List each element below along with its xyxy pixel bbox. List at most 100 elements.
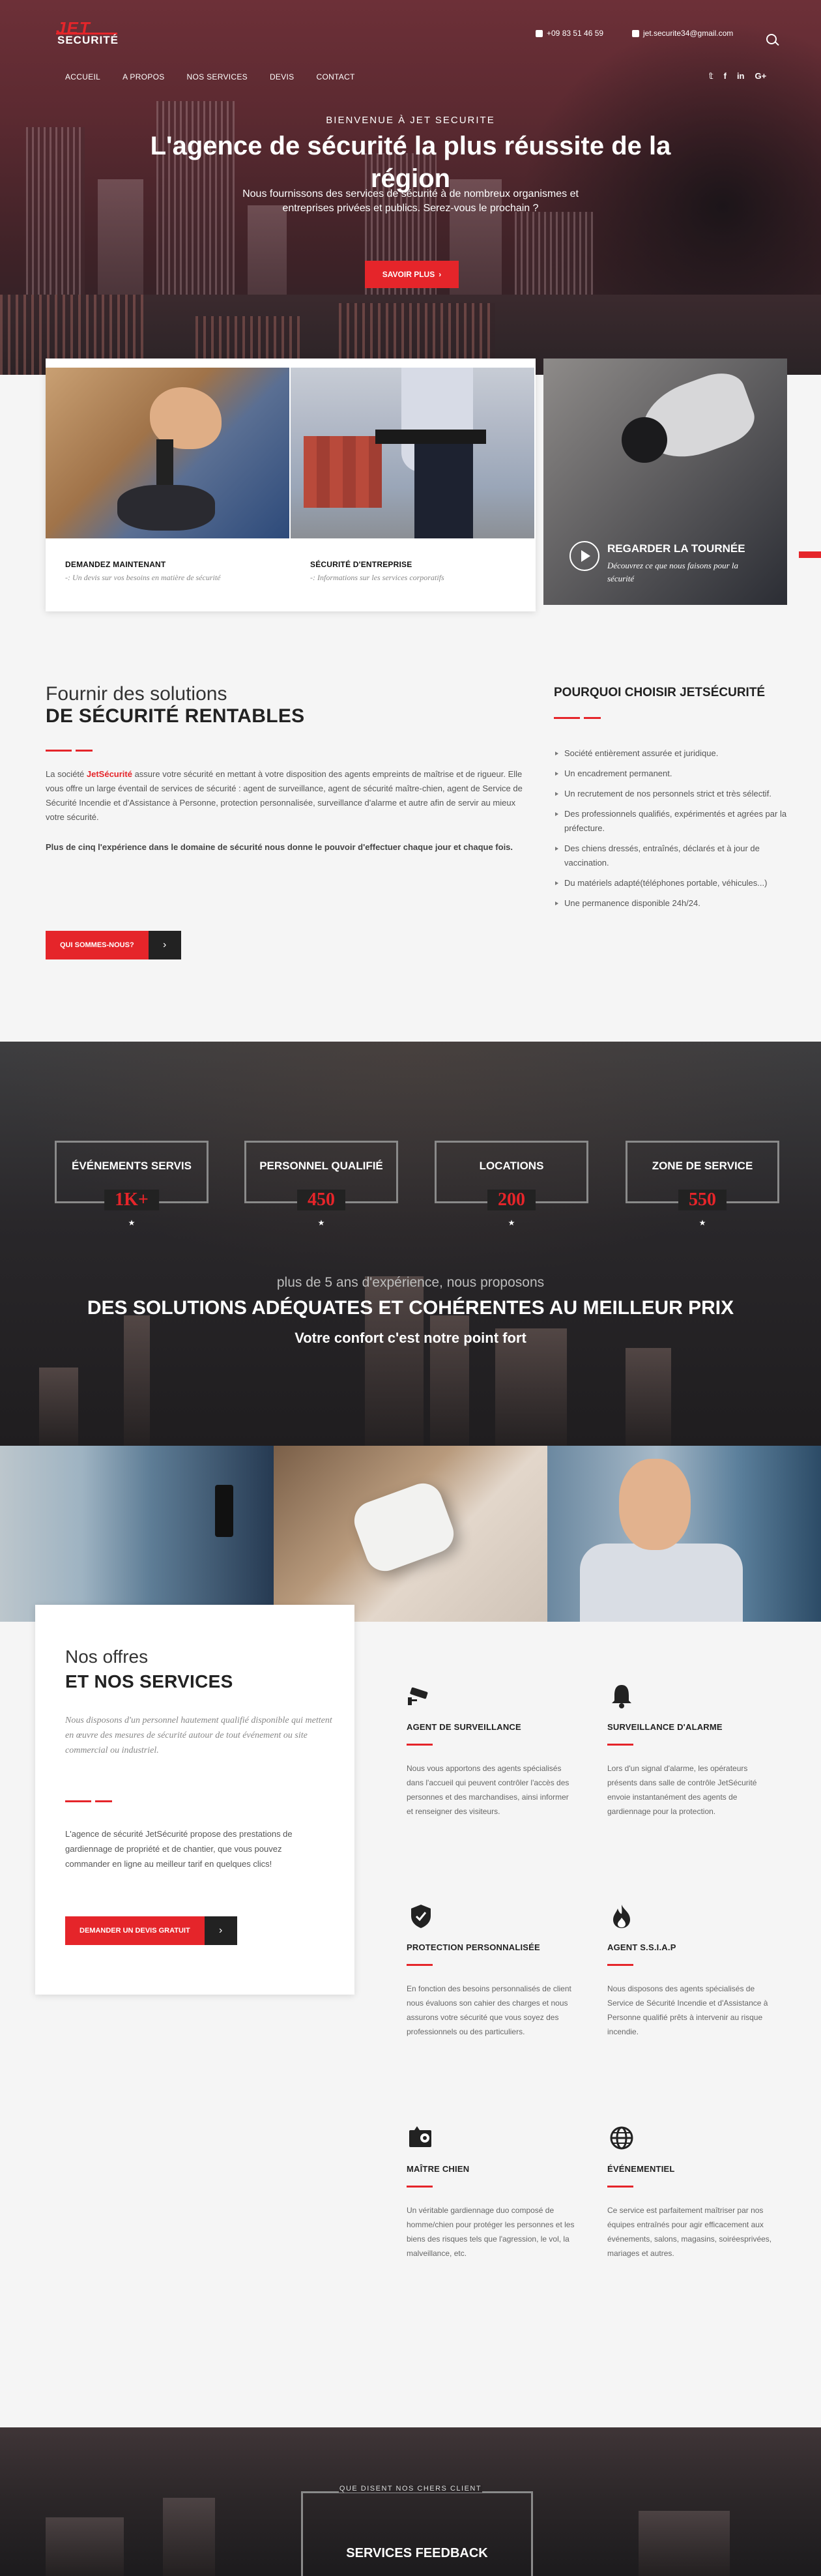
button-label: DEMANDER UN DEVIS GRATUIT <box>65 1916 205 1945</box>
phone-icon <box>536 29 543 37</box>
sensor-shape <box>349 1478 459 1577</box>
service-title: MAÎTRE CHIEN <box>407 2164 470 2174</box>
background-building <box>46 2517 124 2576</box>
card-securite-entreprise[interactable]: SÉCURITÉ D'ENTREPRISE -: Informations su… <box>291 368 534 611</box>
nav-item-contact[interactable]: CONTACT <box>316 72 354 81</box>
twitter-icon[interactable]: 𝕥 <box>709 71 713 81</box>
facebook-icon[interactable]: f <box>724 71 727 81</box>
stat-box: ÉVÉNEMENTS SERVIS 1K+ ★ <box>55 1141 209 1227</box>
service-protection-personnalisee[interactable]: PROTECTION PERSONNALISÉE En fonction des… <box>407 1902 576 2039</box>
divider <box>607 1744 633 1746</box>
savoir-plus-label: SAVOIR PLUS <box>382 270 435 279</box>
stat-box: PERSONNEL QUALIFIÉ 450 ★ <box>244 1141 398 1227</box>
googleplus-icon[interactable]: G+ <box>755 71 767 81</box>
service-description: En fonction des besoins personnalisés de… <box>407 1984 571 2036</box>
stat-value: 450 <box>297 1190 345 1210</box>
demander-devis-button[interactable]: DEMANDER UN DEVIS GRATUIT › <box>65 1916 237 1945</box>
camera-lens-shape <box>622 417 667 463</box>
phone-number: +09 83 51 46 59 <box>547 29 604 38</box>
stat-value: 1K+ <box>104 1190 159 1210</box>
divider <box>65 1800 112 1802</box>
list-item: Société entièrement assurée et juridique… <box>554 746 795 761</box>
hero-kicker: BIENVENUE À JET SECURITE <box>326 115 495 126</box>
why-list: Société entièrement assurée et juridique… <box>554 746 795 911</box>
brand-name: JetSécurité <box>86 769 132 779</box>
nav-item-nos-services[interactable]: NOS SERVICES <box>187 72 248 81</box>
about-paragraph-bold: Plus de cinq l'expérience dans le domain… <box>46 842 513 852</box>
divider <box>607 2186 633 2188</box>
about-text: La société <box>46 769 87 779</box>
service-agent-surveillance[interactable]: AGENT DE SURVEILLANCE Nous vous apporton… <box>407 1682 576 1819</box>
savoir-plus-button[interactable]: SAVOIR PLUS › <box>365 261 459 288</box>
service-description: Ce service est parfaitement maîtriser pa… <box>607 2206 772 2258</box>
offers-heading-light: Nos offres <box>65 1647 149 1667</box>
search-icon[interactable] <box>766 34 777 44</box>
top-bar: JET SECURITÉ +09 83 51 46 59 jet.securit… <box>0 0 821 72</box>
globe-icon <box>607 2124 636 2152</box>
side-tab[interactable] <box>799 551 821 558</box>
logo-bottom-text: SECURITÉ <box>57 34 119 46</box>
service-description: Un véritable gardiennage duo composé de … <box>407 2206 575 2258</box>
stat-label: ÉVÉNEMENTS SERVIS <box>72 1160 192 1172</box>
nav-item-devis[interactable]: DEVIS <box>270 72 295 81</box>
list-item: Des chiens dressés, entraînés, déclarés … <box>554 842 795 870</box>
card-description: -: Un devis sur vos besoins en matière d… <box>65 573 221 582</box>
about-heading-light: Fournir des solutions <box>46 683 227 705</box>
star-icon: ★ <box>128 1218 136 1227</box>
container-shape <box>304 436 382 508</box>
alarm-bell-icon <box>607 1682 636 1710</box>
card-demandez-maintenant[interactable]: DEMANDEZ MAINTENANT -: Un devis sur vos … <box>46 368 289 611</box>
image-strip <box>0 1446 821 1622</box>
phone-contact[interactable]: +09 83 51 46 59 <box>536 29 603 38</box>
feedback-section: QUE DISENT NOS CHERS CLIENT SERVICES FEE… <box>0 2427 821 2576</box>
service-evenementiel[interactable]: ÉVÉNEMENTIEL Ce service est parfaitement… <box>607 2124 777 2261</box>
video-tour-card[interactable]: REGARDER LA TOURNÉE Découvrez ce que nou… <box>543 359 787 605</box>
guard-radio-image <box>0 1446 274 1622</box>
email-contact[interactable]: jet.securite34@gmail.com <box>632 29 733 38</box>
background-building <box>163 2498 215 2576</box>
service-title: SURVEILLANCE D'ALARME <box>607 1722 723 1732</box>
background-building <box>626 1348 671 1446</box>
stat-label: LOCATIONS <box>479 1160 544 1172</box>
divider <box>407 1744 433 1746</box>
belt-shape <box>375 430 486 444</box>
mail-icon <box>632 29 639 37</box>
nav-item-a-propos[interactable]: A PROPOS <box>122 72 164 81</box>
service-maitre-chien[interactable]: MAÎTRE CHIEN Un véritable gardiennage du… <box>407 2124 576 2261</box>
hero-section: JET SECURITÉ +09 83 51 46 59 jet.securit… <box>0 0 821 375</box>
background-building <box>639 2511 730 2576</box>
tagline-line-1: plus de 5 ans d'expérience, nous proposo… <box>276 1275 545 1290</box>
operator-image <box>547 1446 821 1622</box>
stat-value: 200 <box>487 1190 536 1210</box>
list-item: Du matériels adapté(téléphones portable,… <box>554 876 795 890</box>
service-agent-ssiap[interactable]: AGENT S.S.I.A.P Nous disposons des agent… <box>607 1902 777 2039</box>
joystick-image <box>46 368 289 538</box>
nav-item-accueil[interactable]: ACCUEIL <box>65 72 100 81</box>
stats-tagline: plus de 5 ans d'expérience, nous proposo… <box>0 1275 821 1347</box>
star-icon: ★ <box>508 1218 515 1227</box>
offers-text: L'agence de sécurité JetSécurité propose… <box>65 1829 293 1869</box>
site-logo[interactable]: JET SECURITÉ <box>56 18 134 50</box>
stat-label: ZONE DE SERVICE <box>652 1160 753 1172</box>
service-surveillance-alarme[interactable]: SURVEILLANCE D'ALARME Lors d'un signal d… <box>607 1682 777 1819</box>
offers-intro: Nous disposons d'un personnel hautement … <box>65 1716 332 1755</box>
tagline-line-3: Votre confort c'est notre point fort <box>295 1330 526 1346</box>
divider <box>554 717 601 719</box>
offers-card: Nos offres ET NOS SERVICES Nous disposon… <box>35 1605 354 1995</box>
about-section: Fournir des solutions DE SÉCURITÉ RENTAB… <box>46 683 528 855</box>
qui-sommes-nous-button[interactable]: QUI SOMMES-NOUS? › <box>46 931 181 959</box>
offers-heading-bold: ET NOS SERVICES <box>65 1671 233 1691</box>
stat-value: 550 <box>678 1190 727 1210</box>
feedback-kicker: QUE DISENT NOS CHERS CLIENT <box>339 2485 482 2493</box>
stat-label: PERSONNEL QUALIFIÉ <box>259 1160 383 1172</box>
divider <box>407 2186 433 2188</box>
button-label: QUI SOMMES-NOUS? <box>46 931 149 959</box>
linkedin-icon[interactable]: in <box>737 71 745 81</box>
play-icon[interactable] <box>569 541 599 571</box>
service-cards: DEMANDEZ MAINTENANT -: Un devis sur vos … <box>46 359 536 611</box>
stat-box: ZONE DE SERVICE 550 ★ <box>626 1141 779 1227</box>
arrow-right-icon: › <box>439 270 442 279</box>
card-description: -: Informations sur les services corpora… <box>310 573 444 582</box>
list-item: Des professionnels qualifiés, expériment… <box>554 807 795 836</box>
stat-box: LOCATIONS 200 ★ <box>435 1141 588 1227</box>
